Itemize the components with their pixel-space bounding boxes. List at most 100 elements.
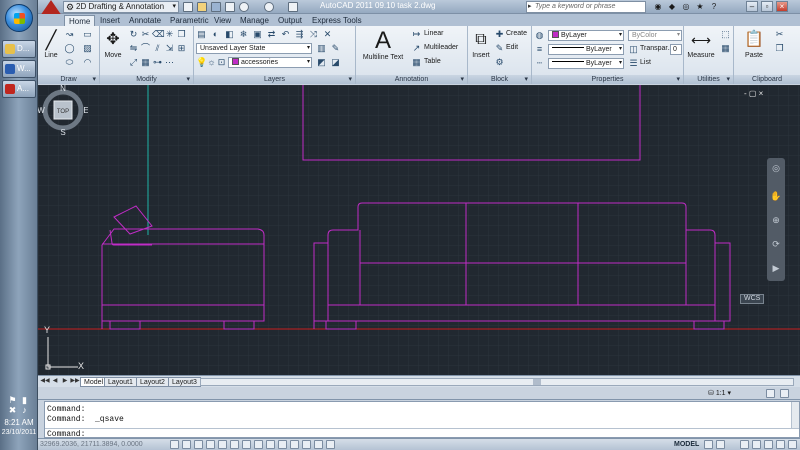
ellipse-icon[interactable]: ⬭ bbox=[64, 57, 75, 68]
taskbar-item[interactable]: A... bbox=[2, 80, 36, 98]
quick-properties-toggle[interactable] bbox=[314, 440, 323, 449]
quick-view-layouts-icon[interactable] bbox=[704, 440, 713, 449]
lineweight-toggle[interactable] bbox=[290, 440, 299, 449]
layer-walk-icon[interactable]: ⇶ bbox=[294, 29, 305, 40]
edit-block-icon[interactable]: ✎ bbox=[494, 43, 505, 54]
trim-icon[interactable]: ✂ bbox=[140, 29, 151, 40]
clock-time[interactable]: 8:21 AM bbox=[0, 418, 38, 427]
drawing-svg[interactable]: Y X bbox=[38, 85, 800, 375]
fillet-icon[interactable]: ⌒ bbox=[140, 43, 151, 54]
polyline-icon[interactable]: ↝ bbox=[64, 29, 75, 40]
chevron-down-icon[interactable]: ▾ bbox=[524, 75, 528, 84]
binoculars-icon[interactable]: ◉ bbox=[652, 1, 664, 13]
wcs-menu[interactable]: WCS bbox=[740, 294, 765, 304]
isolate-objects-icon[interactable] bbox=[776, 440, 785, 449]
plot-style-select[interactable]: ByColor ▾ bbox=[628, 30, 682, 41]
set-current-layer-icon[interactable]: ◩ bbox=[316, 57, 327, 68]
undo-icon[interactable] bbox=[239, 2, 249, 12]
viewcube-top[interactable]: TOP bbox=[57, 109, 69, 115]
table-label[interactable]: Table bbox=[424, 58, 441, 65]
chevron-down-icon[interactable]: ▾ bbox=[186, 75, 190, 84]
favorites-icon[interactable]: ★ bbox=[694, 1, 706, 13]
break-icon[interactable]: ⋯ bbox=[164, 57, 175, 68]
layer-merge-icon[interactable]: ⤨ bbox=[308, 29, 319, 40]
linetype-select[interactable]: ByLayer ▾ bbox=[548, 58, 624, 69]
line-button[interactable]: ╱ Line bbox=[40, 28, 62, 59]
scale-icon[interactable]: ⤢ bbox=[128, 57, 139, 68]
erase-icon[interactable]: ⌫ bbox=[152, 29, 165, 40]
calculator-icon[interactable]: ▦ bbox=[720, 43, 731, 54]
copy-clip-icon[interactable]: ❐ bbox=[774, 43, 785, 54]
osnap-toggle[interactable] bbox=[230, 440, 239, 449]
arc-icon[interactable]: ◠ bbox=[82, 57, 93, 68]
3d-osnap-toggle[interactable] bbox=[242, 440, 251, 449]
tab-parametric[interactable]: Parametric bbox=[166, 15, 213, 26]
circle-icon[interactable]: ◯ bbox=[64, 43, 75, 54]
layer-state-select[interactable]: Unsaved Layer State ▾ bbox=[196, 43, 312, 54]
security-icon[interactable]: ✖ bbox=[8, 406, 17, 415]
annotation-visibility-icon[interactable] bbox=[766, 389, 775, 398]
otrack-toggle[interactable] bbox=[254, 440, 263, 449]
hardware-acceleration-icon[interactable] bbox=[764, 440, 773, 449]
save-as-icon[interactable] bbox=[225, 2, 235, 12]
tab-insert[interactable]: Insert bbox=[96, 15, 124, 26]
linear-dimension-label[interactable]: Linear bbox=[424, 30, 443, 37]
showmotion-icon[interactable]: ▶ bbox=[770, 262, 782, 274]
last-layout-icon[interactable]: ▶▶ bbox=[70, 377, 80, 386]
measure-button[interactable]: ⟷ Measure bbox=[686, 28, 716, 59]
network-icon[interactable]: ▮ bbox=[20, 396, 29, 405]
selection-cycling-toggle[interactable] bbox=[326, 440, 335, 449]
multileader-icon[interactable]: ↗ bbox=[411, 43, 422, 54]
workspace-switching-icon[interactable] bbox=[740, 440, 749, 449]
join-icon[interactable]: ⊶ bbox=[152, 57, 163, 68]
taskbar-item[interactable]: D... bbox=[2, 40, 36, 58]
cut-icon[interactable]: ✂ bbox=[774, 29, 785, 40]
layer-match-icon[interactable]: ⇄ bbox=[266, 29, 277, 40]
tab-manage[interactable]: Manage bbox=[236, 15, 273, 26]
start-button[interactable] bbox=[5, 4, 33, 32]
chevron-down-icon[interactable]: ▾ bbox=[676, 75, 680, 84]
volume-icon[interactable]: ♪ bbox=[20, 406, 29, 415]
clean-screen-icon[interactable] bbox=[788, 440, 797, 449]
workspace-select[interactable]: ⚙ 2D Drafting & Annotation ▾ bbox=[63, 1, 179, 13]
viewcube-east[interactable]: E bbox=[83, 106, 88, 115]
tab-layout1[interactable]: Layout1 bbox=[104, 377, 137, 387]
infer-constraints-toggle[interactable] bbox=[170, 440, 179, 449]
taskbar-item[interactable]: W... bbox=[2, 60, 36, 78]
polar-toggle[interactable] bbox=[218, 440, 227, 449]
layer-unisolate-icon[interactable]: ◪ bbox=[330, 57, 341, 68]
minimize-button[interactable]: – bbox=[746, 1, 758, 12]
create-block-icon[interactable]: ✚ bbox=[494, 29, 505, 40]
horizontal-scrollbar[interactable] bbox=[200, 378, 794, 386]
copy-icon[interactable]: ❐ bbox=[176, 29, 187, 40]
chevron-down-icon[interactable]: ▾ bbox=[348, 75, 352, 84]
pan-icon[interactable]: ✋ bbox=[770, 190, 782, 202]
color-select[interactable]: ByLayer ▾ bbox=[548, 30, 624, 41]
search-input[interactable]: Type a keyword or phrase bbox=[526, 1, 646, 13]
explode-icon[interactable]: ✳ bbox=[164, 29, 175, 40]
lineweight-select[interactable]: ByLayer ▾ bbox=[548, 44, 624, 55]
next-layout-icon[interactable]: ▶ bbox=[60, 377, 70, 386]
clock-date[interactable]: 23/10/2011 bbox=[0, 429, 38, 436]
layer-previous-icon[interactable]: ↶ bbox=[280, 29, 291, 40]
prev-layout-icon[interactable]: ◀ bbox=[50, 377, 60, 386]
tab-output[interactable]: Output bbox=[274, 15, 306, 26]
steering-wheel-icon[interactable]: ◎ bbox=[770, 162, 782, 174]
first-layout-icon[interactable]: ◀◀ bbox=[40, 377, 50, 386]
lock-ui-icon[interactable] bbox=[752, 440, 761, 449]
quick-view-drawings-icon[interactable] bbox=[716, 440, 725, 449]
paste-button[interactable]: 📋 Paste bbox=[740, 28, 768, 59]
tab-annotate[interactable]: Annotate bbox=[125, 15, 165, 26]
redo-icon[interactable] bbox=[264, 2, 274, 12]
rectangle-icon[interactable]: ▭ bbox=[82, 29, 93, 40]
tab-view[interactable]: View bbox=[210, 15, 235, 26]
insert-block-button[interactable]: ⧉ Insert bbox=[470, 28, 492, 59]
attribute-icon[interactable]: ⚙ bbox=[494, 57, 505, 68]
close-button[interactable]: × bbox=[776, 1, 788, 12]
save-icon[interactable] bbox=[211, 2, 221, 12]
flag-icon[interactable]: ⚑ bbox=[8, 396, 17, 405]
layer-isolate-icon[interactable]: ◧ bbox=[224, 29, 235, 40]
list-icon[interactable]: ☰ bbox=[628, 58, 639, 69]
array-icon[interactable]: ⊞ bbox=[176, 43, 187, 54]
move-button[interactable]: ✥ Move bbox=[102, 28, 124, 59]
